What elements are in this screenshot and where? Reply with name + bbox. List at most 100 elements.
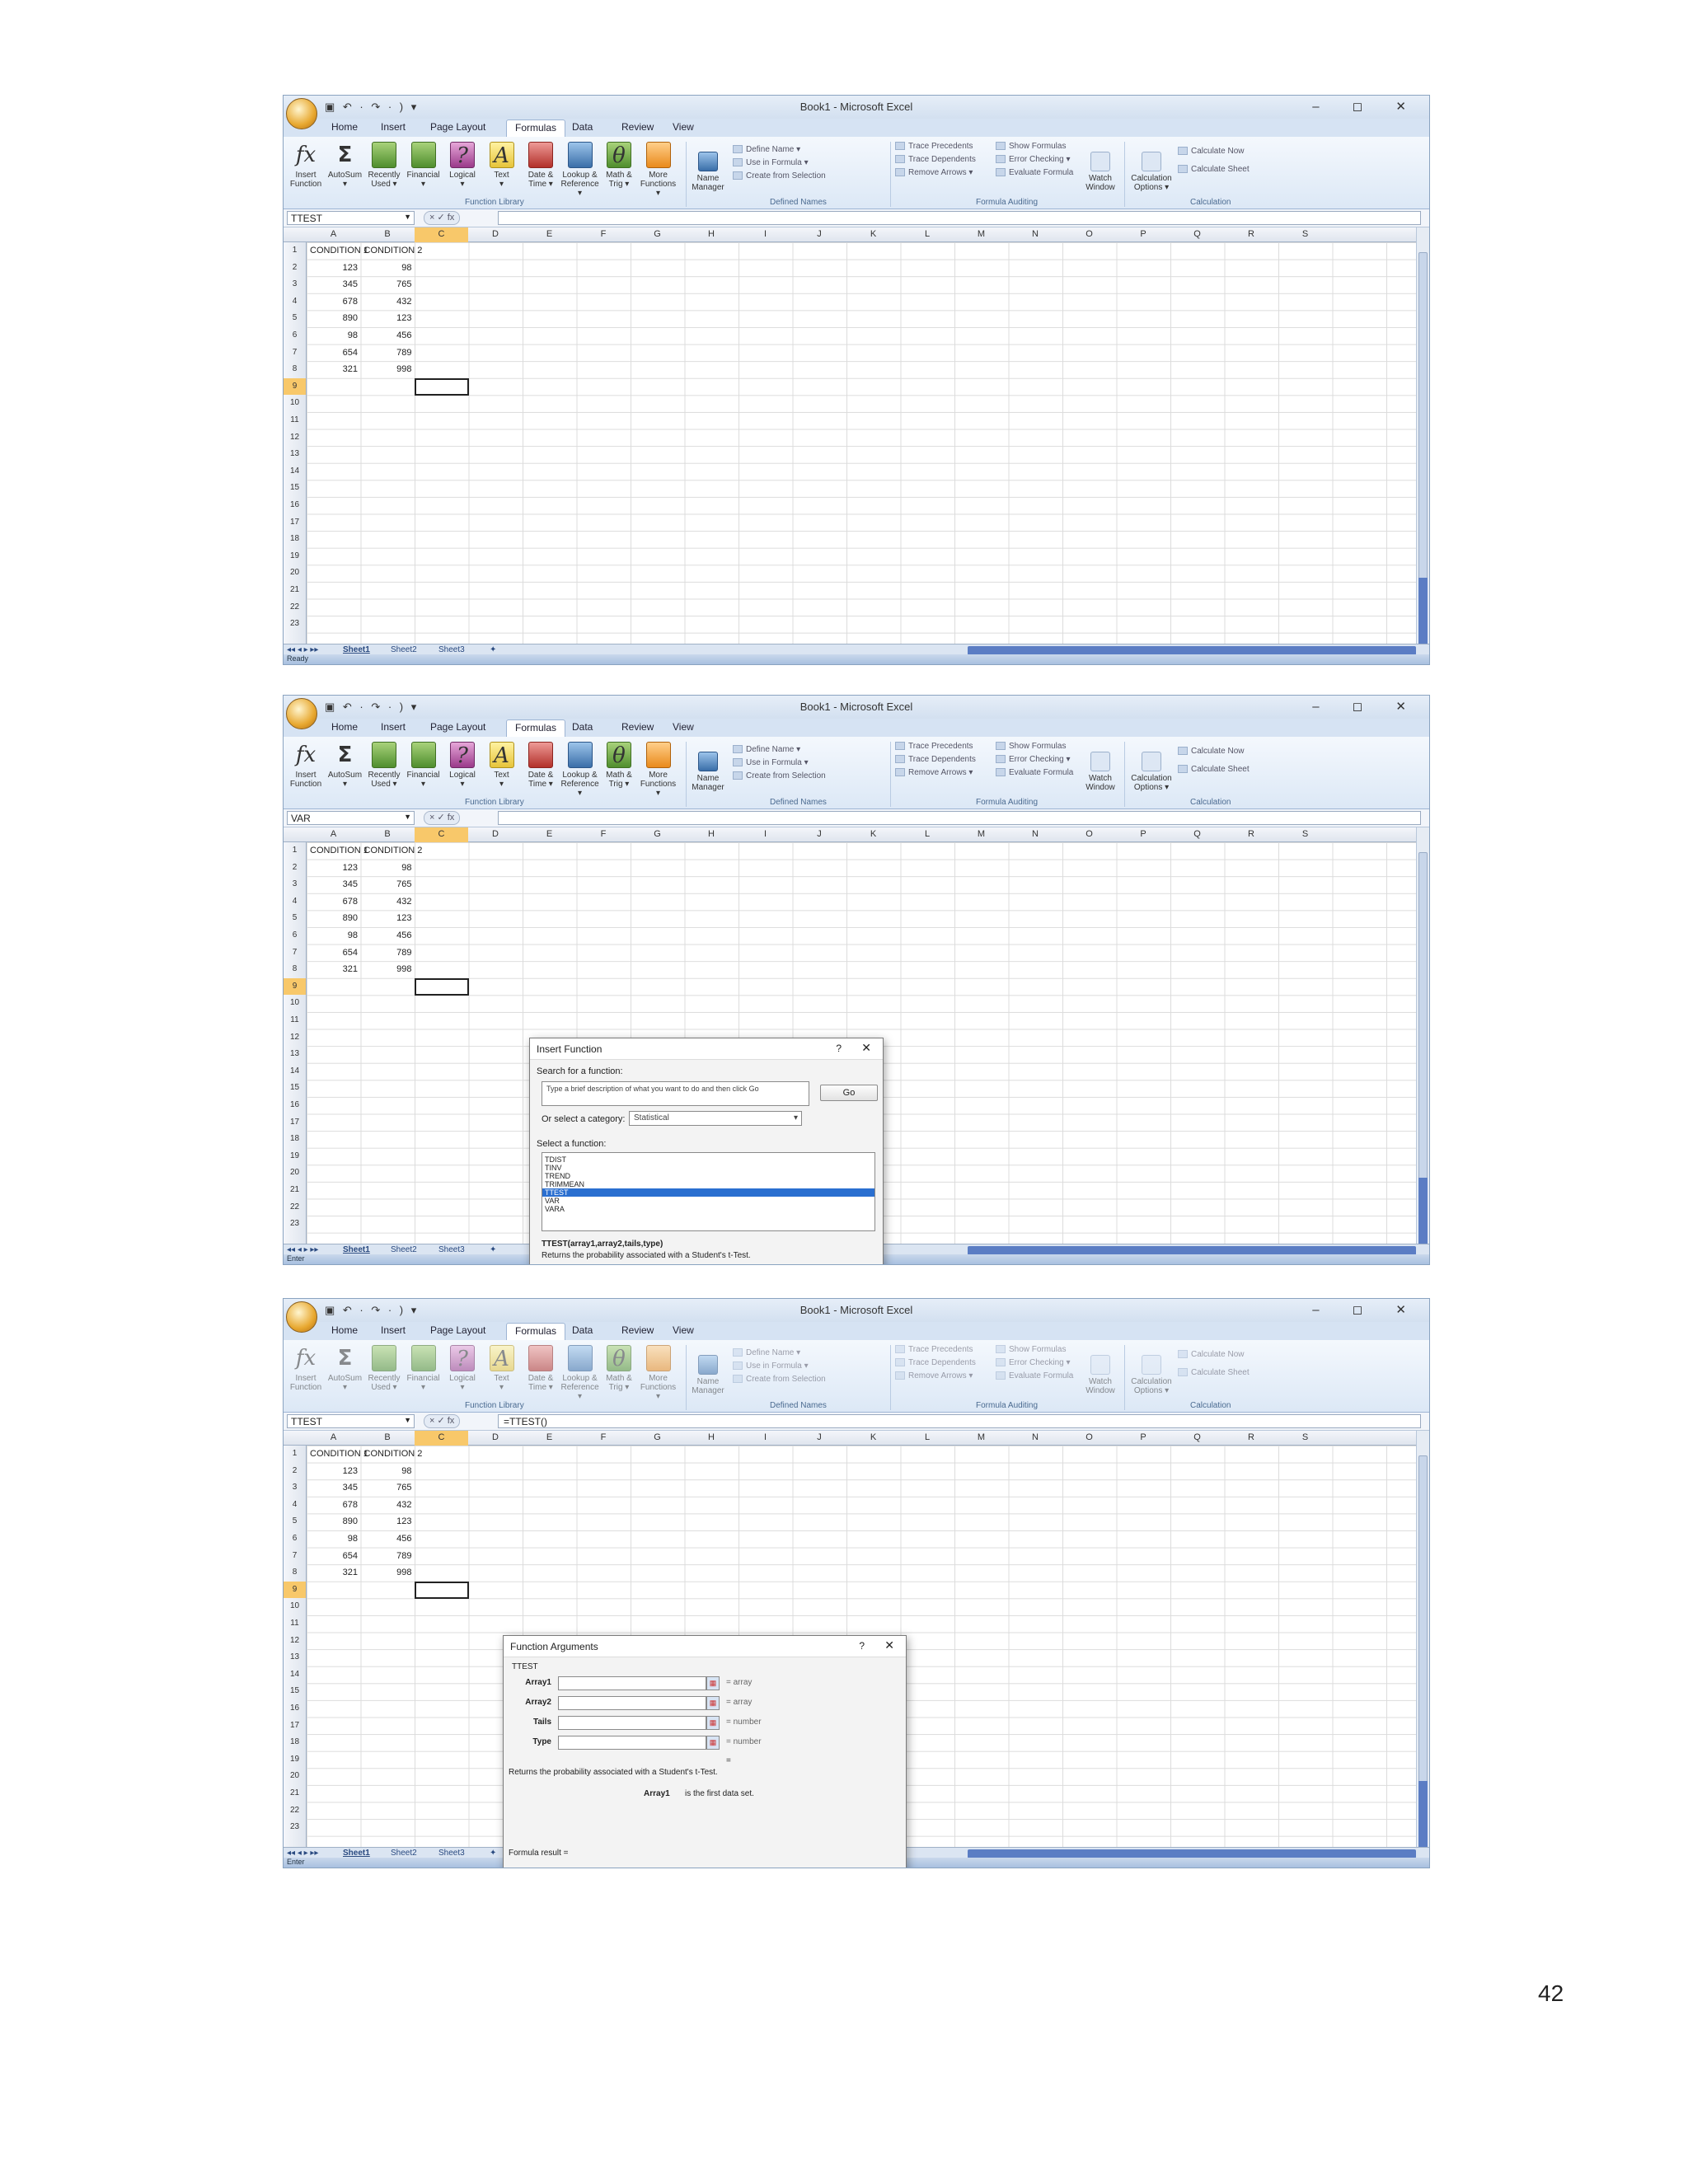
row-header[interactable]: 8 [284,361,306,378]
tab-data[interactable]: Data [572,1324,593,1336]
row-header[interactable]: 5 [284,1513,306,1530]
row-header[interactable]: 10 [284,395,306,412]
cell-b-value[interactable]: 765 [363,1479,411,1496]
row-header[interactable]: 12 [284,429,306,447]
column-header[interactable]: Q [1170,1432,1224,1442]
row-header[interactable]: 17 [284,1114,306,1132]
defined-names-item[interactable]: Use in Formula ▾ [733,758,809,767]
tab-insert[interactable]: Insert [381,121,406,133]
row-header[interactable]: 11 [284,1615,306,1633]
sheet-tab-sheet2[interactable]: Sheet2 [391,1849,417,1858]
lookup-reference-button[interactable]: Lookup & Reference ▾ [561,142,599,198]
dropdown-arrow-icon[interactable]: ▾ [794,1113,798,1122]
calculation-item[interactable]: Calculate Sheet [1178,165,1250,174]
row-header[interactable]: 18 [284,1131,306,1148]
column-header[interactable]: O [1062,1432,1116,1442]
cell-a-value[interactable]: 678 [308,293,358,310]
column-header[interactable]: N [1009,829,1062,839]
column-header[interactable]: S [1278,1432,1332,1442]
sheet-tab-sheet3[interactable]: Sheet3 [438,645,465,654]
row-header[interactable]: 6 [284,1530,306,1548]
defined-names-item[interactable]: Create from Selection [733,771,826,780]
cell-b-value[interactable]: 98 [363,860,411,876]
column-header[interactable]: M [954,229,1008,239]
autosum-button[interactable]: Σ AutoSum ▾ [326,142,364,189]
column-header[interactable]: G [631,1432,684,1442]
sheet-tab-sheet1[interactable]: Sheet1 [343,1849,370,1858]
active-cell-c9[interactable] [415,1581,469,1599]
column-header[interactable]: F [577,829,631,839]
cell-a1[interactable]: CONDITION 1 [310,1446,368,1462]
logical-button[interactable]: ? Logical ▾ [443,1345,481,1392]
row-header[interactable]: 7 [284,944,306,962]
column-header[interactable]: D [469,829,523,839]
autosum-button[interactable]: Σ AutoSum ▾ [326,742,364,789]
row-header[interactable]: 4 [284,293,306,311]
help-icon[interactable]: ? [836,1043,842,1054]
row-header[interactable]: 10 [284,1598,306,1615]
new-sheet-icon[interactable]: ✦ [490,1849,496,1858]
recently-used-button[interactable]: Recently Used ▾ [365,1345,403,1392]
calculation-options-button[interactable]: Calculation Options ▾ [1129,752,1174,792]
column-header[interactable]: Q [1170,829,1224,839]
scroll-thumb[interactable] [1418,852,1428,1198]
arg-input-tails[interactable] [558,1716,706,1730]
row-header[interactable]: 21 [284,1182,306,1199]
column-header[interactable]: M [954,1432,1008,1442]
row-header[interactable]: 17 [284,1718,306,1735]
cell-b-value[interactable]: 123 [363,1513,411,1530]
tab-review[interactable]: Review [621,1324,654,1336]
column-header[interactable]: A [307,229,360,239]
row-header[interactable]: 5 [284,310,306,327]
tab-data[interactable]: Data [572,721,593,733]
window-controls[interactable]: – ◻ ✕ [1312,699,1421,714]
cell-b-value[interactable]: 432 [363,1497,411,1513]
function-search-input[interactable]: Type a brief description of what you wan… [542,1081,809,1106]
cell-a-value[interactable]: 654 [308,344,358,361]
auditing-item[interactable]: Trace Dependents [895,155,976,164]
column-header[interactable]: I [738,229,792,239]
row-header[interactable]: 1 [284,842,306,860]
lookup-reference-button[interactable]: Lookup & Reference ▾ [561,1345,599,1401]
column-header[interactable]: Q [1170,229,1224,239]
help-icon[interactable]: ? [859,1640,865,1652]
name-box[interactable]: TTEST ▼ [287,211,415,225]
row-header[interactable]: 5 [284,910,306,927]
defined-names-item[interactable]: Use in Formula ▾ [733,1361,809,1371]
scroll-thumb[interactable] [1418,252,1428,598]
cell-b1[interactable]: CONDITION 2 [364,842,423,859]
auditing-item[interactable]: Trace Dependents [895,1358,976,1367]
row-header[interactable]: 23 [284,1216,306,1233]
cell-b-value[interactable]: 123 [363,910,411,926]
row-header[interactable]: 9 [284,977,306,996]
column-header[interactable]: N [1009,1432,1062,1442]
row-header[interactable]: 1 [284,242,306,260]
tab-view[interactable]: View [673,721,694,733]
window-controls[interactable]: – ◻ ✕ [1312,99,1421,114]
text-button[interactable]: A Text ▾ [483,1345,521,1392]
name-manager-button[interactable]: Name Manager [689,152,727,192]
vertical-scrollbar[interactable] [1416,227,1429,644]
row-header[interactable]: 2 [284,260,306,277]
row-header[interactable]: 12 [284,1029,306,1047]
row-header[interactable]: 11 [284,1012,306,1029]
auditing-item[interactable]: Show Formulas [996,742,1066,751]
column-header[interactable]: B [361,229,415,239]
cell-b-value[interactable]: 456 [363,927,411,944]
column-header[interactable]: R [1225,229,1278,239]
arg-input-type[interactable] [558,1736,706,1750]
column-header[interactable]: F [577,1432,631,1442]
column-header[interactable]: M [954,829,1008,839]
auditing-item[interactable]: Evaluate Formula [996,168,1073,177]
function-list-item[interactable]: TDIST [542,1155,874,1164]
row-header[interactable]: 11 [284,412,306,429]
cell-b-value[interactable]: 432 [363,893,411,910]
column-header[interactable]: J [793,1432,846,1442]
cell-b-value[interactable]: 998 [363,961,411,977]
calculation-item[interactable]: Calculate Sheet [1178,1368,1250,1377]
tab-formulas[interactable]: Formulas [506,120,566,137]
row-header[interactable]: 4 [284,893,306,911]
range-picker-icon[interactable]: ▦ [706,1716,720,1730]
column-header[interactable]: H [685,1432,738,1442]
new-sheet-icon[interactable]: ✦ [490,645,496,654]
